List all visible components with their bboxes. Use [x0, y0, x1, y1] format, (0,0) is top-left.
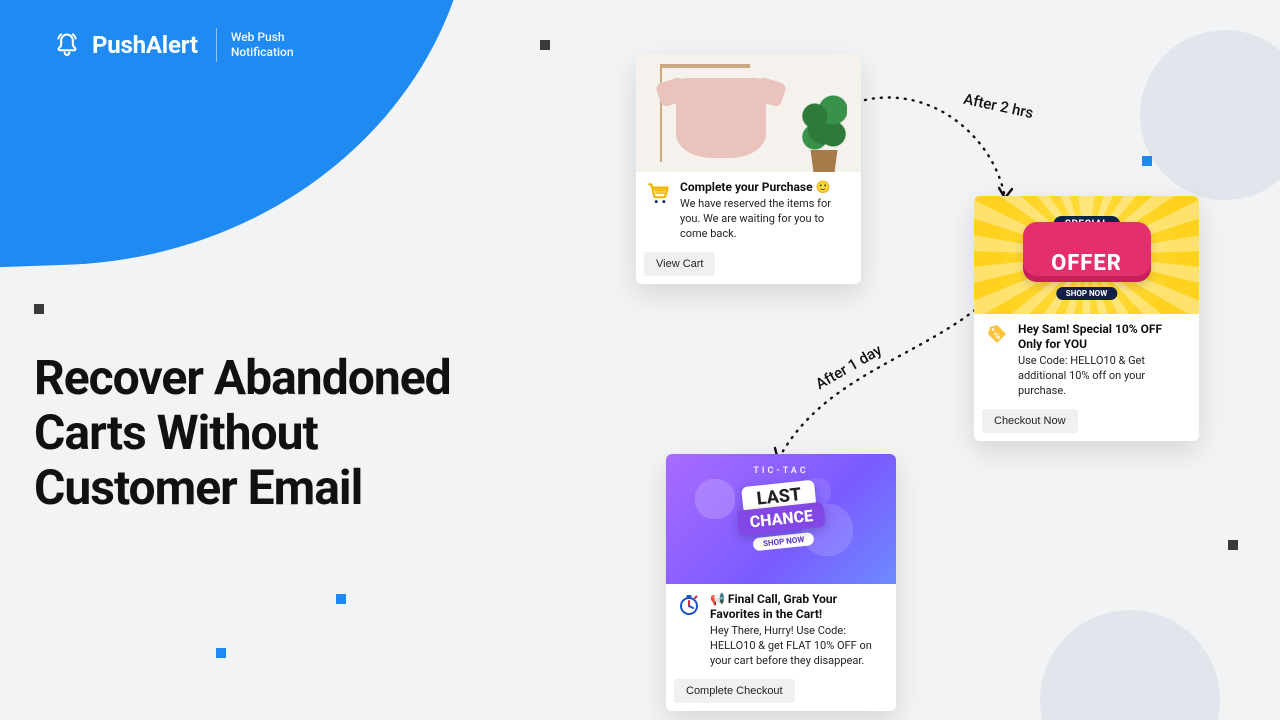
decorative-square: [540, 40, 550, 50]
bell-icon: [52, 30, 82, 60]
card-title: 📢 Final Call, Grab Your Favorites in the…: [710, 592, 886, 622]
svg-text:%: %: [994, 332, 1001, 342]
card-desc: Use Code: HELLO10 & Get additional 10% o…: [1018, 354, 1189, 399]
page-heading: Recover Abandoned Carts Without Customer…: [34, 350, 451, 516]
decorative-square: [1228, 540, 1238, 550]
decorative-circle: [1040, 610, 1220, 720]
card-desc: We have reserved the items for you. We a…: [680, 197, 851, 242]
card-title: Complete your Purchase 🙂: [680, 180, 851, 195]
card-hero-image: SPECIAL OFFER SHOP NOW: [974, 196, 1199, 314]
checkout-now-button[interactable]: Checkout Now: [982, 409, 1078, 433]
brand-name: PushAlert: [92, 31, 198, 59]
view-cart-button[interactable]: View Cart: [644, 252, 715, 276]
divider: [216, 28, 217, 62]
card-hero-image: TIC-TAC LAST CHANCE SHOP NOW: [666, 454, 896, 584]
decorative-square: [1142, 156, 1152, 166]
brand-subtitle: Web Push Notification: [231, 30, 294, 60]
decorative-square: [34, 304, 44, 314]
hero-kicker: TIC-TAC: [753, 466, 808, 476]
notification-card-1: Complete your Purchase 🙂 We have reserve…: [636, 54, 861, 284]
cart-icon: [646, 180, 672, 206]
decorative-square: [216, 648, 226, 658]
brand-logo: PushAlert Web Push Notification: [52, 28, 294, 62]
decorative-square: [336, 594, 346, 604]
card-title: Hey Sam! Special 10% OFF Only for YOU: [1018, 322, 1189, 352]
discount-tag-icon: %: [984, 322, 1010, 348]
connector-arrow: [760, 300, 990, 480]
decorative-circle: [1140, 30, 1280, 200]
offer-text: OFFER: [1023, 222, 1151, 282]
card-desc: Hey There, Hurry! Use Code: HELLO10 & ge…: [710, 624, 886, 669]
hero-cta: SHOP NOW: [752, 532, 814, 551]
notification-card-2: SPECIAL OFFER SHOP NOW % Hey Sam! Specia…: [974, 196, 1199, 441]
complete-checkout-button[interactable]: Complete Checkout: [674, 679, 795, 703]
hero-cta: SHOP NOW: [1056, 287, 1117, 300]
notification-card-3: TIC-TAC LAST CHANCE SHOP NOW 📢 Final Cal…: [666, 454, 896, 711]
stopwatch-icon: [676, 592, 702, 618]
card-hero-image: [636, 54, 861, 172]
